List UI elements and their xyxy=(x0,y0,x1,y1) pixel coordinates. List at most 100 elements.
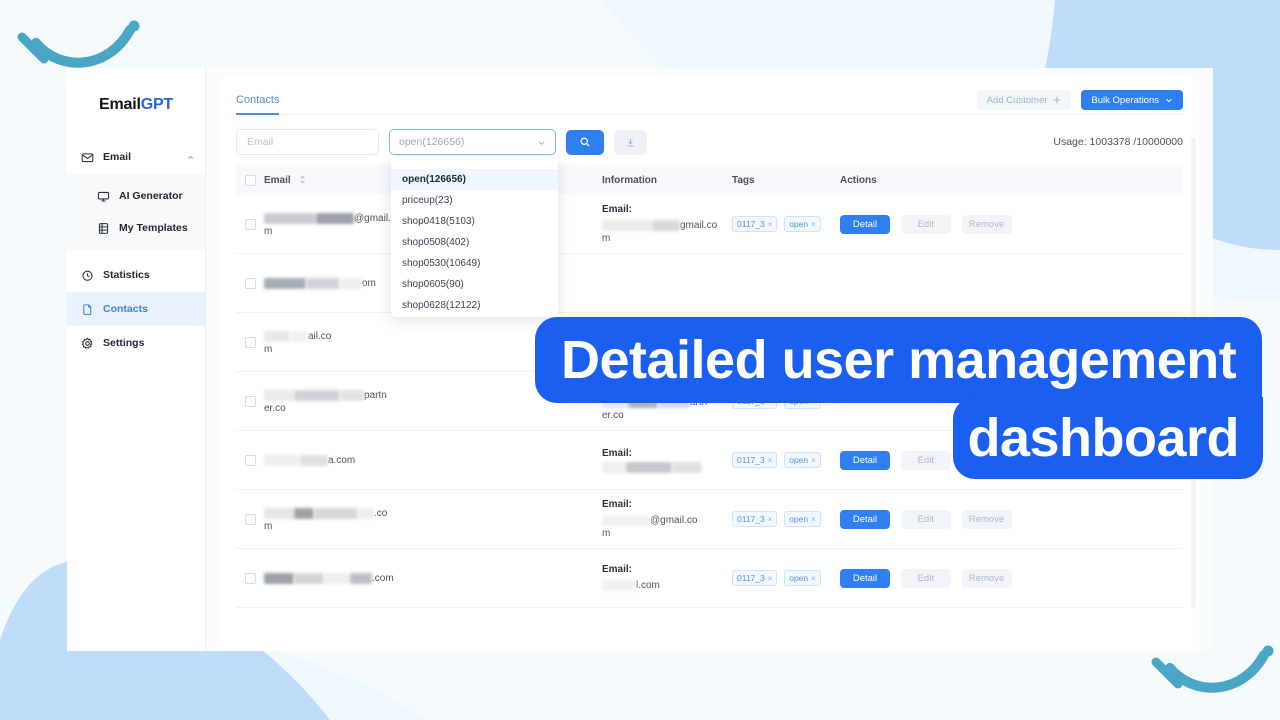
cell-information: Email: xyxy=(602,448,732,473)
remove-button[interactable]: Remove xyxy=(962,215,1012,234)
table-row[interactable]: om xyxy=(236,254,1183,313)
email-fragment-wrap: m xyxy=(264,344,402,355)
info-label: Email: xyxy=(602,204,732,215)
book-icon xyxy=(97,222,110,235)
edit-button[interactable]: Edit xyxy=(901,510,951,529)
table-row[interactable]: .com Email: l.com 0117_3× open× Detail E… xyxy=(236,549,1183,608)
row-checkbox[interactable] xyxy=(245,514,256,525)
remove-button[interactable]: Remove xyxy=(962,510,1012,529)
redacted-bar xyxy=(626,462,672,473)
tag-chip[interactable]: open× xyxy=(784,452,821,468)
group-select-dropdown[interactable]: open(126656) priceup(23) shop0418(5103) … xyxy=(391,157,558,317)
tag-remove-icon[interactable]: × xyxy=(811,515,816,524)
usage-counter: Usage: 1003378 /10000000 xyxy=(1053,136,1183,148)
search-icon xyxy=(579,136,591,148)
info-label: Email: xyxy=(602,564,732,575)
redacted-bar xyxy=(340,390,364,401)
edit-button[interactable]: Edit xyxy=(901,569,951,588)
column-header-email[interactable]: Email xyxy=(264,175,408,186)
cell-tags: 0117_3× open× xyxy=(732,452,840,468)
tag-remove-icon[interactable]: × xyxy=(768,456,773,465)
info-value-wrap: er.co xyxy=(602,410,732,421)
dropdown-option[interactable]: priceup(23) xyxy=(391,190,558,211)
dropdown-option[interactable]: shop0530(10649) xyxy=(391,253,558,274)
cell-tags: 0117_3× open× xyxy=(732,511,840,527)
remove-button[interactable]: Remove xyxy=(962,569,1012,588)
sort-icon[interactable] xyxy=(299,175,306,184)
cell-actions: Detail Edit Remove xyxy=(840,215,1183,234)
dropdown-option[interactable]: shop0418(5103) xyxy=(391,211,558,232)
tag-remove-icon[interactable]: × xyxy=(768,574,773,583)
tag-remove-icon[interactable]: × xyxy=(768,515,773,524)
email-fragment: ail.co xyxy=(308,329,331,344)
search-input[interactable] xyxy=(236,129,379,155)
tag-chip[interactable]: 0117_3× xyxy=(732,570,777,586)
edit-button[interactable]: Edit xyxy=(901,451,951,470)
row-checkbox-cell xyxy=(236,337,264,348)
logo-text-email: Email xyxy=(99,96,141,113)
search-button[interactable] xyxy=(566,130,604,155)
group-select[interactable]: open(126656) xyxy=(389,129,556,155)
detail-button[interactable]: Detail xyxy=(840,451,890,470)
email-fragment-wrap: m xyxy=(264,521,402,532)
tag-chip[interactable]: open× xyxy=(784,216,821,232)
row-checkbox[interactable] xyxy=(245,455,256,466)
redacted-bar xyxy=(602,515,650,526)
download-button[interactable] xyxy=(614,130,647,155)
tag-remove-icon[interactable]: × xyxy=(768,220,773,229)
row-checkbox[interactable] xyxy=(245,219,256,230)
dropdown-option[interactable]: shop0605(90) xyxy=(391,274,558,295)
email-fragment-wrap: er.co xyxy=(264,403,402,414)
sidebar-item-my-templates[interactable]: My Templates xyxy=(67,212,205,244)
table-row[interactable]: .co m Email: @gmail.co m 0117_3× open× D… xyxy=(236,490,1183,549)
sidebar-item-email[interactable]: Email xyxy=(67,140,205,174)
dropdown-scroll-ghost xyxy=(391,162,558,169)
sidebar-item-ai-generator[interactable]: AI Generator xyxy=(67,180,205,212)
tab-divider xyxy=(236,114,1183,115)
tag-chip[interactable]: 0117_3× xyxy=(732,511,777,527)
redacted-bar xyxy=(294,390,340,401)
sidebar-item-statistics[interactable]: Statistics xyxy=(67,258,205,292)
column-header-actions-label: Actions xyxy=(840,175,877,186)
redacted-bar xyxy=(264,573,294,584)
detail-button[interactable]: Detail xyxy=(840,215,890,234)
bulk-operations-label: Bulk Operations xyxy=(1091,95,1159,106)
dropdown-option[interactable]: shop0508(402) xyxy=(391,232,558,253)
tag-chip[interactable]: 0117_3× xyxy=(732,452,777,468)
table-row[interactable]: @gmail.co m Email: gmail.co m 0117_3× op… xyxy=(236,195,1183,254)
download-icon xyxy=(625,137,636,148)
redacted-bar xyxy=(306,278,340,289)
tag-chip[interactable]: 0117_3× xyxy=(732,216,777,232)
add-customer-button[interactable]: Add Customer xyxy=(977,90,1072,110)
chevron-down-icon xyxy=(1165,96,1173,104)
tag-chip[interactable]: open× xyxy=(784,570,821,586)
detail-button[interactable]: Detail xyxy=(840,510,890,529)
sidebar-item-settings[interactable]: Settings xyxy=(67,326,205,360)
sidebar-item-label: My Templates xyxy=(119,222,195,234)
chevron-down-icon xyxy=(537,138,546,147)
row-checkbox[interactable] xyxy=(245,396,256,407)
dropdown-option[interactable]: open(126656) xyxy=(391,169,558,190)
dropdown-option[interactable]: shop0628(12122) xyxy=(391,295,558,316)
row-checkbox[interactable] xyxy=(245,278,256,289)
tab-contacts[interactable]: Contacts xyxy=(236,94,279,115)
tag-chip[interactable]: open× xyxy=(784,511,821,527)
sidebar-item-label: Statistics xyxy=(103,269,195,281)
row-checkbox[interactable] xyxy=(245,573,256,584)
select-all-checkbox[interactable] xyxy=(245,175,256,186)
cell-email: om xyxy=(264,276,408,291)
detail-button[interactable]: Detail xyxy=(840,569,890,588)
row-checkbox[interactable] xyxy=(245,337,256,348)
dropdown-option[interactable]: shop1008(13755) xyxy=(391,316,558,317)
sidebar-item-contacts[interactable]: Contacts xyxy=(67,292,205,326)
info-value-wrap: m xyxy=(602,233,732,244)
edit-button[interactable]: Edit xyxy=(901,215,951,234)
row-checkbox-cell xyxy=(236,455,264,466)
chevron-up-icon xyxy=(186,153,195,162)
tag-remove-icon[interactable]: × xyxy=(811,574,816,583)
tag-remove-icon[interactable]: × xyxy=(811,220,816,229)
bulk-operations-button[interactable]: Bulk Operations xyxy=(1081,90,1183,110)
column-header-email-label: Email xyxy=(264,175,291,186)
tag-remove-icon[interactable]: × xyxy=(811,456,816,465)
select-all-checkbox-cell xyxy=(236,175,264,186)
